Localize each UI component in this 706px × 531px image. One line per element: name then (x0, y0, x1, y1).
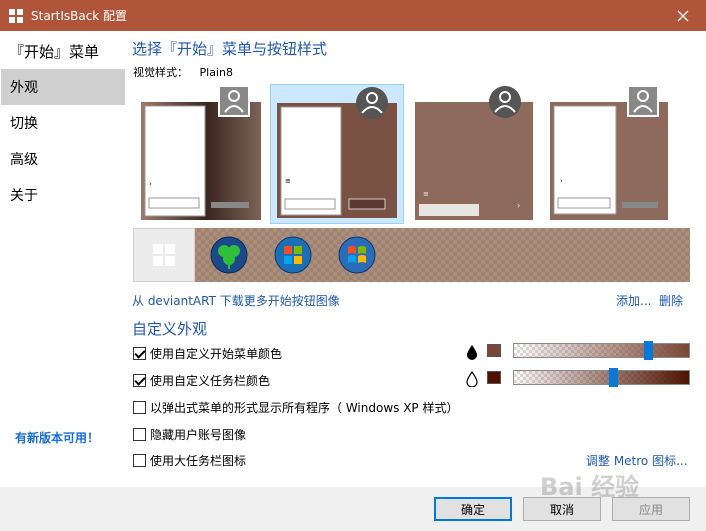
xp-style-all-programs-row[interactable]: 以弹出式菜单的形式显示所有程序（ Windows XP 样式） (133, 399, 458, 416)
visual-style-label: 视觉样式： (133, 66, 188, 79)
menu-transparency-slider[interactable] (513, 341, 690, 360)
orb-option-windows-10[interactable] (133, 228, 195, 282)
windows-10-orb-icon (153, 244, 175, 266)
xp-style-all-programs-checkbox[interactable] (133, 401, 146, 414)
svg-text:›: › (517, 201, 520, 210)
menu-style-preview: ≡ › (415, 86, 533, 220)
menu-color-swatch[interactable] (487, 344, 501, 357)
sidebar-item-switch[interactable]: 切换 (1, 105, 125, 141)
menu-style-option-3[interactable]: ≡ › (413, 84, 537, 224)
title-bar: StartIsBack 配置 (0, 0, 706, 31)
sidebar-item-label: 关于 (10, 188, 38, 204)
menu-style-preview: › (141, 85, 261, 220)
hide-user-picture-row[interactable]: 隐藏用户账号图像 (133, 426, 246, 443)
windows-vista-orb-icon (338, 236, 376, 274)
custom-menu-color-checkbox[interactable] (133, 347, 146, 360)
menu-style-option-2[interactable]: ≡ (270, 84, 404, 224)
add-link[interactable]: 添加... (616, 292, 651, 309)
visual-style-value: Plain8 (199, 66, 233, 79)
windows-7-orb-icon (274, 236, 312, 274)
custom-menu-color-label: 使用自定义开始菜单颜色 (150, 347, 283, 361)
visual-style-row: 视觉样式： Plain8 (133, 64, 241, 80)
sidebar-item-label: 外观 (10, 80, 38, 96)
sidebar-heading: 『开始』菜单 (9, 43, 100, 61)
large-taskbar-icons-row[interactable]: 使用大任务栏图标 (133, 452, 246, 469)
large-taskbar-icons-label: 使用大任务栏图标 (150, 454, 247, 468)
update-available-link[interactable]: 有新版本可用！ (15, 429, 99, 446)
slider-gradient (514, 371, 689, 384)
orb-option-windows-7[interactable] (271, 233, 315, 277)
hide-user-picture-checkbox[interactable] (133, 428, 146, 441)
close-icon (677, 10, 689, 21)
menu-style-option-1[interactable]: › (139, 84, 263, 224)
slider-thumb[interactable] (609, 368, 618, 387)
slider-gradient (514, 344, 689, 357)
taskbar-color-swatch[interactable] (487, 371, 501, 384)
window-title: StartIsBack 配置 (31, 9, 128, 23)
large-taskbar-icons-checkbox[interactable] (133, 454, 146, 467)
orb-option-clover[interactable] (207, 233, 251, 277)
delete-link[interactable]: 删除 (659, 292, 683, 309)
custom-taskbar-color-row[interactable]: 使用自定义任务栏颜色 (133, 372, 270, 389)
xp-style-all-programs-label: 以弹出式菜单的形式显示所有程序（ Windows XP 样式） (150, 401, 459, 415)
custom-menu-color-row[interactable]: 使用自定义开始菜单颜色 (133, 345, 282, 362)
slider-thumb[interactable] (644, 341, 653, 360)
svg-text:›: › (149, 180, 152, 188)
watermark: Bai 经验 (540, 473, 640, 501)
custom-taskbar-color-label: 使用自定义任务栏颜色 (150, 374, 271, 388)
start-button-strip (133, 228, 690, 282)
menu-style-preview: ≡ (277, 87, 397, 218)
menu-style-preview: › (550, 85, 668, 220)
sidebar-item-about[interactable]: 关于 (1, 177, 125, 213)
custom-section-title: 自定义外观 (132, 320, 208, 338)
sidebar: 『开始』菜单 外观 切换 高级 关于 有新版本可用！ (1, 31, 125, 487)
transparency-outline-drop-icon[interactable] (465, 371, 479, 387)
custom-taskbar-color-checkbox[interactable] (133, 374, 146, 387)
close-button[interactable] (660, 0, 706, 31)
menu-style-option-4[interactable]: › (548, 84, 672, 224)
sidebar-item-label: 切换 (10, 116, 38, 132)
clover-orb-icon (210, 236, 248, 274)
deviantart-link[interactable]: 从 deviantART 下载更多开始按钮图像 (132, 292, 340, 309)
orb-option-windows-vista[interactable] (335, 233, 379, 277)
svg-text:›: › (560, 177, 563, 185)
svg-text:≡: ≡ (423, 190, 429, 198)
svg-text:≡: ≡ (285, 177, 291, 185)
main-panel: 选择『开始』菜单与按钮样式 视觉样式： Plain8 › ≡ ≡ › › 从 d… (125, 31, 705, 487)
taskbar-transparency-slider[interactable] (513, 368, 690, 387)
sidebar-item-label: 高级 (10, 152, 38, 168)
transparency-filled-drop-icon[interactable] (465, 344, 479, 360)
ok-button[interactable]: 确定 (434, 497, 512, 521)
sidebar-item-appearance[interactable]: 外观 (1, 69, 125, 105)
hide-user-picture-label: 隐藏用户账号图像 (150, 428, 247, 442)
style-section-title: 选择『开始』菜单与按钮样式 (132, 40, 328, 58)
app-icon (9, 8, 23, 23)
sidebar-item-advanced[interactable]: 高级 (1, 141, 125, 177)
